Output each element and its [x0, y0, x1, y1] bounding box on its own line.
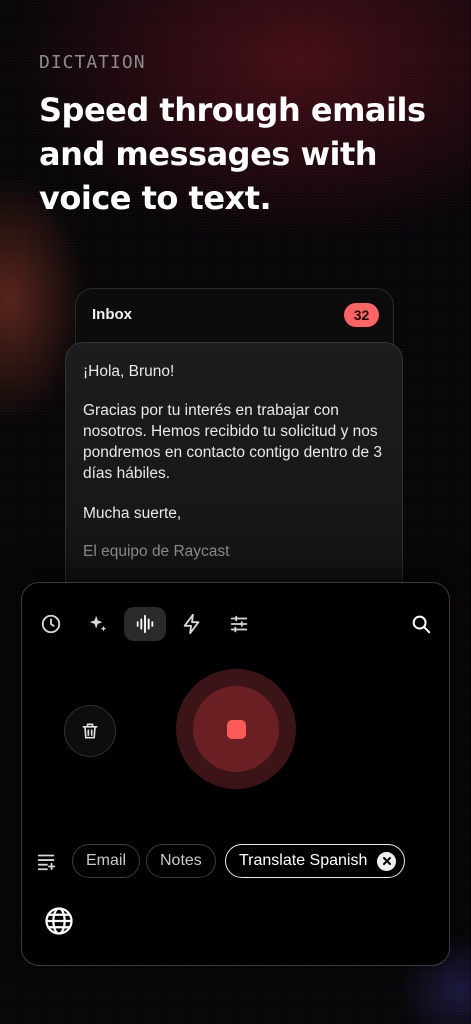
- preset-chip-label: Translate Spanish: [239, 852, 368, 869]
- section-eyebrow: DICTATION: [39, 52, 146, 73]
- globe-icon[interactable]: [44, 906, 74, 936]
- history-button[interactable]: [30, 607, 72, 641]
- email-preview-card: ¡Hola, Bruno! Gracias por tu interés en …: [65, 342, 403, 602]
- preset-chip-email[interactable]: Email: [72, 844, 141, 878]
- sliders-icon: [230, 615, 248, 633]
- stop-icon: [226, 719, 246, 739]
- close-icon: [382, 857, 391, 865]
- preset-chip-label: Notes: [160, 852, 202, 869]
- clock-icon: [41, 614, 61, 634]
- email-greeting: ¡Hola, Bruno!: [83, 363, 175, 380]
- unread-count-badge: 32: [344, 303, 379, 327]
- ai-button[interactable]: [77, 607, 119, 641]
- dictation-tab[interactable]: [124, 607, 166, 641]
- sparkles-icon: [89, 615, 107, 632]
- delete-recording-button[interactable]: [64, 705, 116, 757]
- bolt-icon: [183, 613, 200, 635]
- settings-button[interactable]: [218, 607, 260, 641]
- search-icon: [412, 615, 431, 634]
- record-button[interactable]: [176, 669, 296, 789]
- search-button[interactable]: [400, 607, 442, 641]
- preset-chip-translate-spanish[interactable]: Translate Spanish: [225, 844, 406, 878]
- hero-headline: Speed through emails and messages with v…: [39, 91, 426, 217]
- preset-list-icon[interactable]: [36, 850, 58, 872]
- preset-chip-label: Email: [86, 852, 127, 869]
- remove-preset-button[interactable]: [377, 851, 397, 871]
- dictation-panel: Email Notes Translate Spanish: [21, 582, 450, 966]
- trash-icon: [82, 723, 98, 739]
- inbox-title: Inbox: [92, 306, 132, 323]
- record-button-inner: [193, 686, 279, 772]
- waveform-icon: [136, 614, 154, 634]
- email-body: Gracias por tu interés en trabajar con n…: [83, 402, 383, 482]
- email-signoff: Mucha suerte,: [83, 505, 182, 522]
- email-signature: El equipo de Raycast: [83, 543, 230, 560]
- quick-actions-button[interactable]: [171, 607, 213, 641]
- preset-chip-notes[interactable]: Notes: [146, 844, 216, 878]
